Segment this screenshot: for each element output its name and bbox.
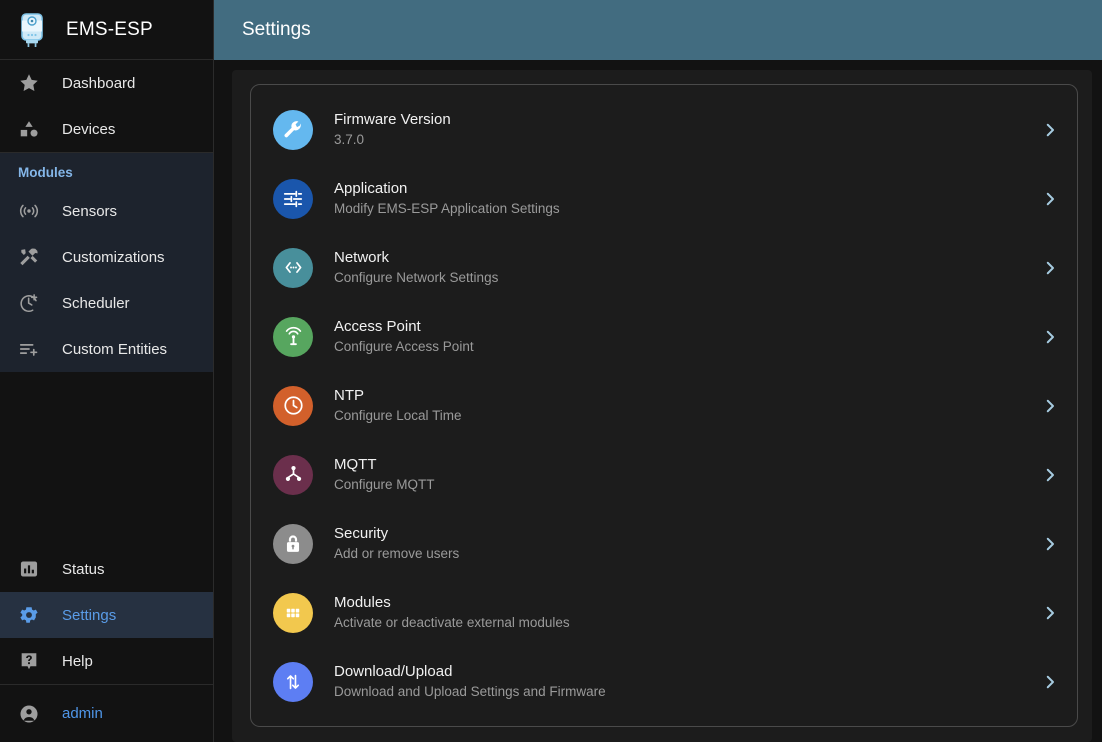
app-root: EMS-ESP Dashboard De <box>0 0 1102 742</box>
settings-row-text: NTP Configure Local Time <box>334 386 1041 425</box>
clock-icon <box>273 386 313 426</box>
settings-row-modules[interactable]: Modules Activate or deactivate external … <box>251 578 1077 647</box>
sidebar-item-settings[interactable]: Settings <box>0 592 213 638</box>
chevron-right-icon[interactable] <box>1041 121 1059 139</box>
sidebar-item-label: Customizations <box>62 249 165 266</box>
account-circle-icon <box>18 703 54 725</box>
brand-header[interactable]: EMS-ESP <box>0 0 213 60</box>
settings-row-title: Network <box>334 248 1041 267</box>
settings-row-text: Download/Upload Download and Upload Sett… <box>334 662 1041 701</box>
sidebar-user-row[interactable]: admin <box>0 684 213 742</box>
sidebar-item-label: Custom Entities <box>62 341 167 358</box>
chevron-right-icon[interactable] <box>1041 259 1059 277</box>
sliders-icon <box>273 179 313 219</box>
settings-row-application[interactable]: Application Modify EMS-ESP Application S… <box>251 164 1077 233</box>
settings-row-subtitle: Configure Network Settings <box>334 269 1041 287</box>
settings-row-title: Download/Upload <box>334 662 1041 681</box>
settings-row-text: Firmware Version 3.7.0 <box>334 110 1041 149</box>
sidebar-item-dashboard[interactable]: Dashboard <box>0 60 213 106</box>
settings-row-text: Security Add or remove users <box>334 524 1041 563</box>
settings-row-subtitle: Configure Access Point <box>334 338 1041 356</box>
shapes-icon <box>18 118 54 140</box>
sidebar-item-label: Devices <box>62 121 115 138</box>
settings-row-subtitle: Add or remove users <box>334 545 1041 563</box>
grid-modules-icon <box>273 593 313 633</box>
page-title: Settings <box>242 19 311 41</box>
list-plus-icon <box>18 338 54 360</box>
settings-row-title: Access Point <box>334 317 1041 336</box>
question-mark-icon <box>18 650 54 672</box>
settings-row-title: Modules <box>334 593 1041 612</box>
settings-row-title: Firmware Version <box>334 110 1041 129</box>
network-code-icon <box>273 248 313 288</box>
brand-name: EMS-ESP <box>66 19 153 41</box>
settings-row-text: Modules Activate or deactivate external … <box>334 593 1041 632</box>
sidebar-item-devices[interactable]: Devices <box>0 106 213 152</box>
sidebar-item-label: Dashboard <box>62 75 135 92</box>
sidebar-item-customizations[interactable]: Customizations <box>0 234 213 280</box>
settings-row-title: Application <box>334 179 1041 198</box>
settings-row-title: MQTT <box>334 455 1041 474</box>
settings-row-mqtt[interactable]: MQTT Configure MQTT <box>251 440 1077 509</box>
sidebar-bottom-group: Status Settings Help <box>0 546 213 684</box>
settings-row-text: Application Modify EMS-ESP Application S… <box>334 179 1041 218</box>
chevron-right-icon[interactable] <box>1041 397 1059 415</box>
sidebar-item-label: Help <box>62 653 93 670</box>
settings-row-firmware-version[interactable]: Firmware Version 3.7.0 <box>251 95 1077 164</box>
settings-row-ntp[interactable]: NTP Configure Local Time <box>251 371 1077 440</box>
settings-row-subtitle: Configure MQTT <box>334 476 1041 494</box>
sidebar-spacer <box>0 372 213 546</box>
settings-row-download-upload[interactable]: Download/Upload Download and Upload Sett… <box>251 647 1077 716</box>
sidebar-item-scheduler[interactable]: Scheduler <box>0 280 213 326</box>
settings-row-security[interactable]: Security Add or remove users <box>251 509 1077 578</box>
chevron-right-icon[interactable] <box>1041 466 1059 484</box>
sidebar-primary-group: Dashboard Devices <box>0 60 213 152</box>
tools-icon <box>18 246 54 268</box>
clock-plus-icon <box>18 292 54 314</box>
sidebar-modules-group: Modules Sensors <box>0 153 213 372</box>
chevron-right-icon[interactable] <box>1041 190 1059 208</box>
settings-row-title: Security <box>334 524 1041 543</box>
access-point-icon <box>273 317 313 357</box>
settings-row-subtitle: Modify EMS-ESP Application Settings <box>334 200 1041 218</box>
settings-row-title: NTP <box>334 386 1041 405</box>
sidebar-group-title-modules: Modules <box>0 153 213 188</box>
main-area: Settings Firmware Version 3.7.0 <box>214 0 1102 742</box>
sidebar-item-label: Scheduler <box>62 295 130 312</box>
wrench-icon <box>273 110 313 150</box>
sidebar-item-label: Settings <box>62 607 116 624</box>
settings-card: Firmware Version 3.7.0 <box>250 84 1078 727</box>
settings-row-network[interactable]: Network Configure Network Settings <box>251 233 1077 302</box>
bar-chart-icon <box>18 558 54 580</box>
boiler-icon <box>14 10 50 50</box>
hierarchy-icon <box>273 455 313 495</box>
sidebar-item-status[interactable]: Status <box>0 546 213 592</box>
settings-row-text: Access Point Configure Access Point <box>334 317 1041 356</box>
chevron-right-icon[interactable] <box>1041 604 1059 622</box>
sidebar-item-custom-entities[interactable]: Custom Entities <box>0 326 213 372</box>
chevron-right-icon[interactable] <box>1041 328 1059 346</box>
settings-row-subtitle: Activate or deactivate external modules <box>334 614 1041 632</box>
up-down-arrows-icon <box>273 662 313 702</box>
sidebar-user-name: admin <box>62 705 103 722</box>
chevron-right-icon[interactable] <box>1041 535 1059 553</box>
star-icon <box>18 72 54 94</box>
sidebar-item-label: Status <box>62 561 105 578</box>
settings-row-subtitle: Configure Local Time <box>334 407 1041 425</box>
gear-icon <box>18 604 54 626</box>
settings-row-text: MQTT Configure MQTT <box>334 455 1041 494</box>
content-panel: Firmware Version 3.7.0 <box>232 70 1092 742</box>
sidebar-item-label: Sensors <box>62 203 117 220</box>
chevron-right-icon[interactable] <box>1041 673 1059 691</box>
settings-row-subtitle: Download and Upload Settings and Firmwar… <box>334 683 1041 701</box>
settings-row-text: Network Configure Network Settings <box>334 248 1041 287</box>
settings-row-access-point[interactable]: Access Point Configure Access Point <box>251 302 1077 371</box>
settings-row-subtitle: 3.7.0 <box>334 131 1041 149</box>
sidebar-item-help[interactable]: Help <box>0 638 213 684</box>
topbar: Settings <box>214 0 1102 60</box>
sidebar: EMS-ESP Dashboard De <box>0 0 214 742</box>
sensor-wave-icon <box>18 200 54 222</box>
lock-icon <box>273 524 313 564</box>
sidebar-item-sensors[interactable]: Sensors <box>0 188 213 234</box>
